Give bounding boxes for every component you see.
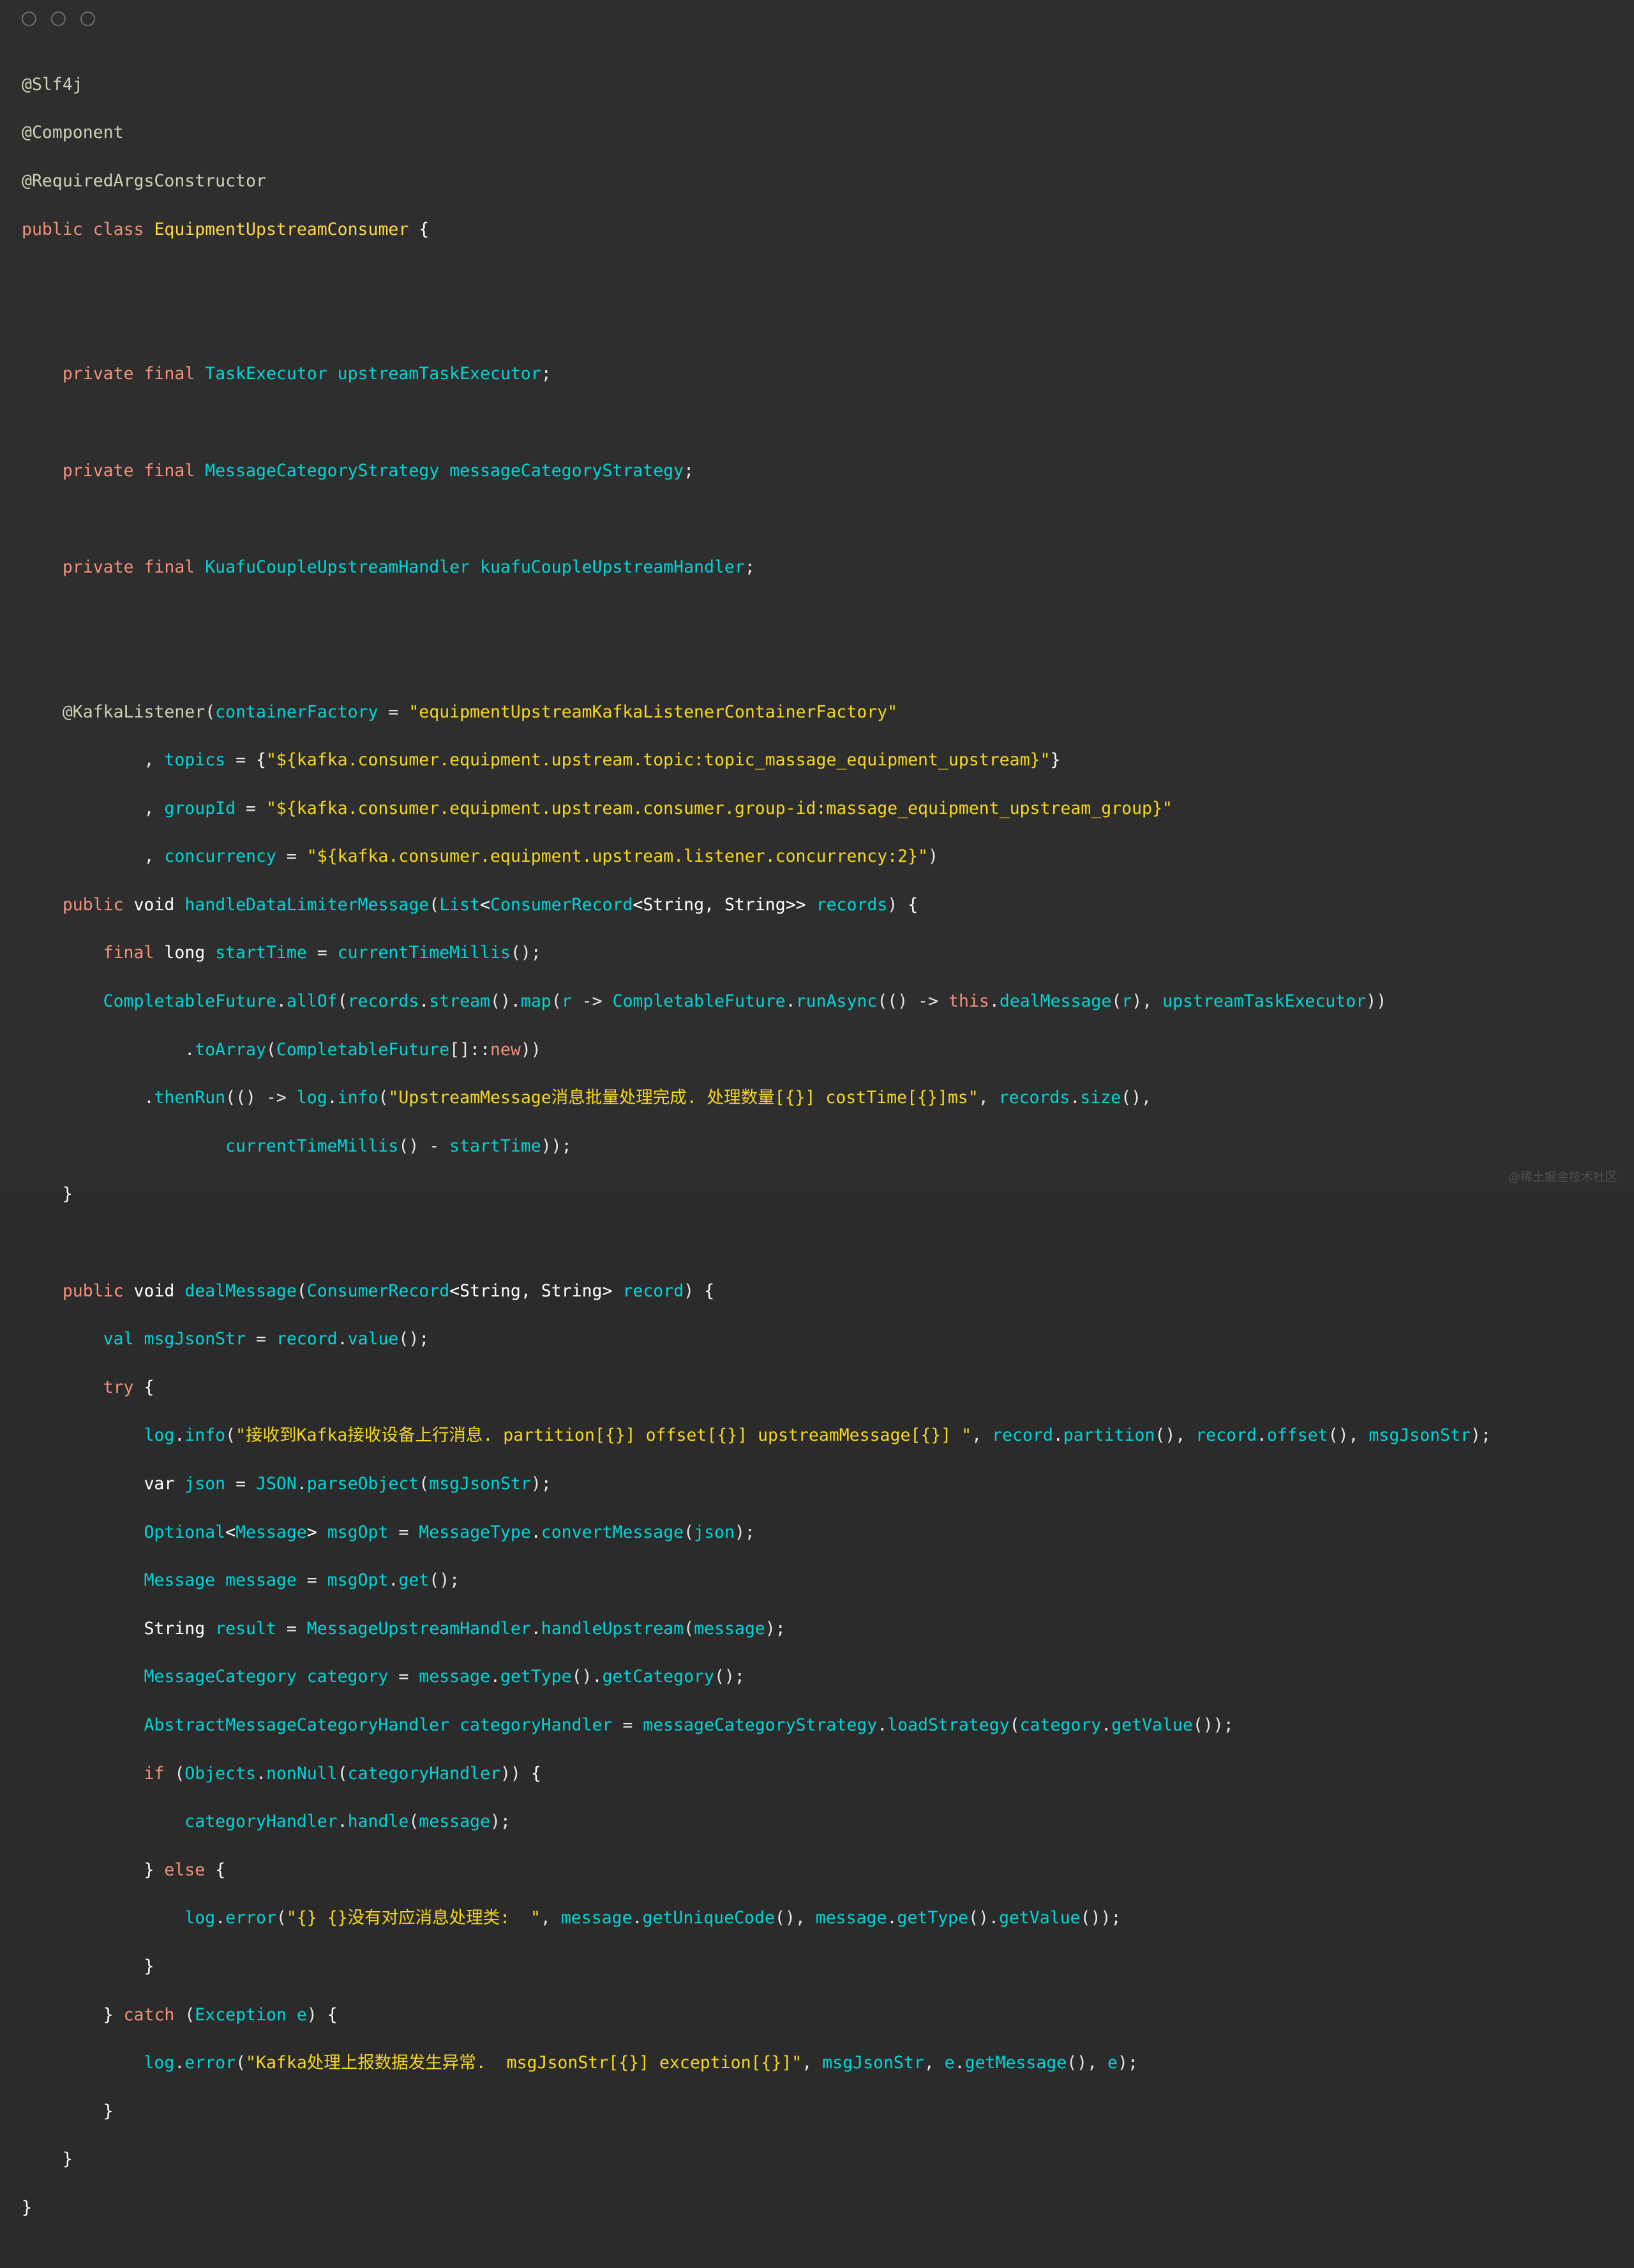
- code-line: val msgJsonStr = record.value();: [103, 1329, 430, 1349]
- code-line: .toArray(CompletableFuture[]::new)): [22, 1039, 541, 1060]
- code-line: log.info("接收到Kafka接收设备上行消息. partition[{}…: [144, 1425, 1491, 1446]
- code-line: private final KuafuCoupleUpstreamHandler…: [62, 557, 755, 577]
- code-line: .thenRun(() -> log.info("UpstreamMessage…: [22, 1088, 1151, 1108]
- watermark-text: @稀土掘金技术社区: [1508, 1170, 1617, 1184]
- code-line: currentTimeMillis() - startTime));: [225, 1136, 572, 1156]
- code-line: public void handleDataLimiterMessage(Lis…: [62, 894, 918, 915]
- code-line: }: [22, 2197, 32, 2218]
- code-line: }: [103, 2101, 114, 2121]
- code-line: CompletableFuture.allOf(records.stream()…: [103, 991, 1387, 1012]
- code-line: if (Objects.nonNull(categoryHandler)) {: [144, 1763, 541, 1784]
- maximize-dot-icon[interactable]: [80, 11, 95, 26]
- code-line: String result = MessageUpstreamHandler.h…: [144, 1618, 786, 1639]
- code-line: Message message = msgOpt.get();: [144, 1570, 460, 1591]
- code-line: try {: [103, 1377, 154, 1397]
- code-line: private final TaskExecutor upstreamTaskE…: [62, 364, 551, 384]
- code-line: , concurrency = "${kafka.consumer.equipm…: [22, 846, 938, 867]
- window-titlebar: [0, 0, 1634, 37]
- code-line: } catch (Exception e) {: [103, 2004, 338, 2025]
- code-line: , topics = {"${kafka.consumer.equipment.…: [22, 750, 1061, 770]
- code-line: , groupId = "${kafka.consumer.equipment.…: [22, 798, 1173, 818]
- code-line: public void dealMessage(ConsumerRecord<S…: [62, 1280, 715, 1301]
- code-block: @Slf4j @Component @RequiredArgsConstruct…: [0, 37, 1634, 2268]
- code-line: public class EquipmentUpstreamConsumer {: [22, 219, 430, 239]
- code-line: }: [144, 1956, 154, 1976]
- code-line: }: [62, 2149, 73, 2170]
- code-line: @RequiredArgsConstructor: [22, 170, 266, 191]
- code-line: @Slf4j: [22, 74, 83, 94]
- close-dot-icon[interactable]: [22, 11, 36, 26]
- code-line: final long startTime = currentTimeMillis…: [103, 943, 541, 963]
- code-line: var json = JSON.parseObject(msgJsonStr);: [144, 1474, 551, 1494]
- code-line: } else {: [144, 1859, 226, 1880]
- code-line: @KafkaListener(containerFactory = "equip…: [62, 702, 898, 722]
- code-line: categoryHandler.handle(message);: [184, 1812, 511, 1832]
- code-line: log.error("Kafka处理上报数据发生异常. msgJsonStr[{…: [144, 2053, 1138, 2073]
- code-line: @Component: [22, 123, 124, 143]
- minimize-dot-icon[interactable]: [51, 11, 66, 26]
- code-line: Optional<Message> msgOpt = MessageType.c…: [144, 1522, 755, 1542]
- code-line: log.error("{} {}没有对应消息处理类: ", message.ge…: [184, 1908, 1121, 1928]
- code-line: }: [62, 1184, 73, 1205]
- code-line: private final MessageCategoryStrategy me…: [62, 460, 694, 481]
- code-snippet-window: @Slf4j @Component @RequiredArgsConstruct…: [0, 0, 1634, 2218]
- code-line: AbstractMessageCategoryHandler categoryH…: [144, 1715, 1234, 1735]
- code-line: MessageCategory category = message.getTy…: [144, 1667, 745, 1687]
